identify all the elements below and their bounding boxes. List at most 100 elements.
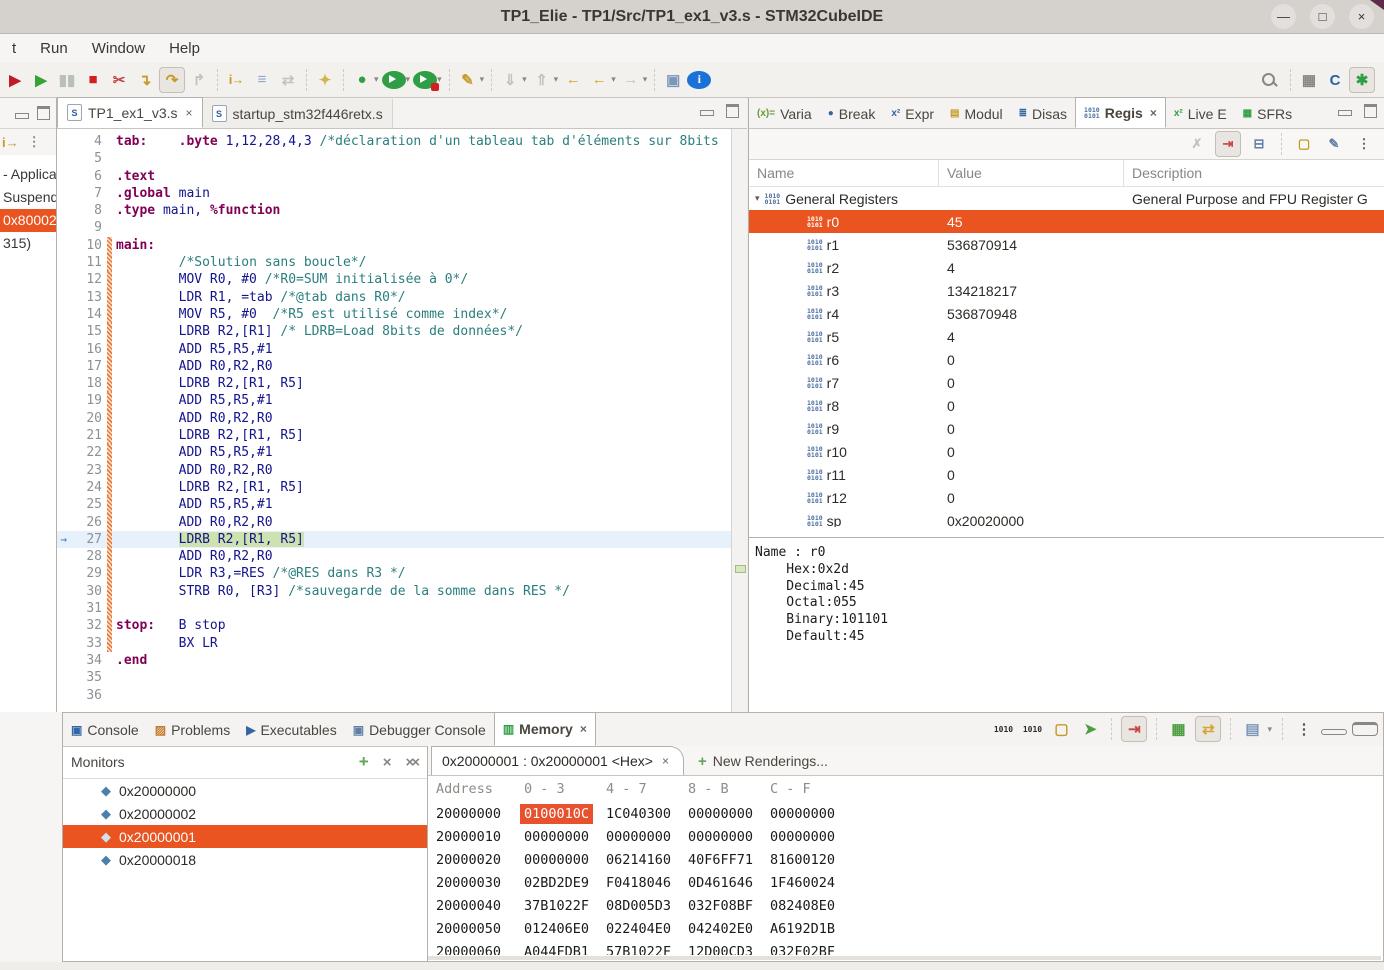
memory-cell[interactable]: 02BD2DE9 — [516, 875, 598, 891]
chevron-down-icon[interactable]: ▾ — [374, 74, 379, 85]
tab-varia[interactable]: (x)=Varia — [749, 99, 820, 128]
tab-debugger-console[interactable]: ▣Debugger Console — [345, 714, 494, 746]
code-line[interactable]: 36 — [57, 687, 731, 704]
add-monitor-button[interactable]: + — [359, 752, 369, 772]
close-icon[interactable]: × — [662, 754, 669, 768]
register-row-r4[interactable]: 1010 0101r4536870948 — [749, 302, 1384, 325]
link-memory-icon[interactable]: ⇥ — [1121, 716, 1147, 742]
download-icon[interactable]: ⇓ — [498, 68, 522, 92]
maximize-icon[interactable] — [1364, 104, 1377, 118]
code-line[interactable]: 4tab: .byte 1,12,28,4,3 /*déclaration d'… — [57, 133, 731, 150]
step-return-icon[interactable]: ↱ — [187, 68, 211, 92]
resume-icon[interactable]: ▶ — [29, 68, 53, 92]
terminate-relaunch-icon[interactable]: ▶ — [3, 68, 27, 92]
code-line[interactable]: 14 MOV R5, #0 /*R5 est utilisé comme ind… — [57, 306, 731, 323]
register-row-r2[interactable]: 1010 0101r24 — [749, 256, 1384, 279]
memory-cell[interactable]: 00000000 — [680, 829, 762, 845]
code-line[interactable]: 9 — [57, 219, 731, 236]
pause-icon[interactable]: ▮▮ — [55, 68, 79, 92]
code-line[interactable]: 33 BX LR — [57, 635, 731, 652]
chevron-down-icon[interactable]: ▾ — [480, 74, 485, 85]
memory-hex-table[interactable]: Address0 - 34 - 78 - BC - F2000000001000… — [428, 776, 1383, 955]
memory-row[interactable]: 2000003002BD2DE9F04180460D4616461F460024 — [428, 871, 1383, 894]
new-renderings-tab[interactable]: + New Renderings... — [684, 747, 842, 775]
build-icon[interactable]: ✦ — [313, 68, 337, 92]
code-editor[interactable]: 4tab: .byte 1,12,28,4,3 /*déclaration d'… — [57, 129, 731, 704]
debug-tree-item[interactable]: 0x80002 — [0, 209, 56, 232]
tab-disas[interactable]: ≣Disas — [1011, 99, 1075, 128]
info-icon[interactable]: i — [687, 71, 711, 89]
tab-regis[interactable]: 1010 0101Regis× — [1075, 97, 1166, 128]
memory-cell[interactable]: 1F460024 — [762, 875, 844, 891]
memory-row[interactable]: 2000004037B1022F08D005D3032F08BF082408E0 — [428, 894, 1383, 917]
memory-cell[interactable]: 57B1022F — [598, 944, 680, 956]
debug-tree-item[interactable]: 315) — [0, 232, 56, 255]
last-edit-location-icon[interactable]: ← — [561, 68, 585, 92]
tab-expr[interactable]: x²Expr — [883, 99, 942, 128]
memory-cell[interactable]: 08D005D3 — [598, 898, 680, 914]
chevron-down-icon[interactable]: ▾ — [406, 74, 411, 85]
back-icon[interactable]: ← — [587, 68, 611, 92]
minimize-icon[interactable] — [700, 110, 714, 116]
memory-cell[interactable]: 00000000 — [680, 806, 762, 822]
minimize-view-icon[interactable] — [1321, 729, 1347, 735]
column-description[interactable]: Description — [1124, 160, 1384, 186]
minimize-icon[interactable] — [15, 113, 29, 119]
code-line[interactable]: 7.global main — [57, 185, 731, 202]
memory-cell[interactable]: F0418046 — [598, 875, 680, 891]
memory-row[interactable]: 2000001000000000000000000000000000000000 — [428, 825, 1383, 848]
step-over-icon[interactable]: ↷ — [159, 67, 185, 93]
view-menu-icon[interactable]: ⋮ — [1352, 132, 1376, 156]
code-line[interactable]: 31 — [57, 600, 731, 617]
disconnect-icon[interactable]: ✂ — [107, 68, 131, 92]
register-row-r7[interactable]: 1010 0101r70 — [749, 371, 1384, 394]
editor-tab-startup_stm32f446retx-s[interactable]: Sstartup_stm32f446retx.s — [203, 99, 393, 128]
code-line[interactable]: 22 ADD R5,R5,#1 — [57, 444, 731, 461]
memory-hscrollbar[interactable] — [428, 956, 1381, 960]
register-row-r3[interactable]: 1010 0101r3134218217 — [749, 279, 1384, 302]
code-line[interactable]: 20 ADD R0,R2,R0 — [57, 410, 731, 427]
tab-modul[interactable]: ▤Modul — [942, 99, 1011, 128]
profile-icon[interactable] — [413, 71, 437, 89]
tab-console[interactable]: ▣Console — [63, 714, 147, 746]
new-memory-view-icon[interactable]: ▢ — [1049, 717, 1073, 741]
code-line[interactable]: 21 LDRB R2,[R1, R5] — [57, 427, 731, 444]
code-line[interactable]: →27 LDRB R2,[R1, R5] — [57, 531, 731, 548]
split-panes-icon[interactable]: ▦ — [1166, 717, 1190, 741]
remove-all-monitors-button[interactable]: ×× — [405, 754, 417, 771]
forward-icon[interactable]: → — [619, 68, 643, 92]
cpp-perspective-icon[interactable]: C — [1323, 68, 1347, 92]
chevron-down-icon[interactable]: ▾ — [522, 74, 527, 85]
memory-cell[interactable]: 00000000 — [598, 829, 680, 845]
close-icon[interactable]: × — [1150, 106, 1157, 120]
memory-cell[interactable]: 00000000 — [516, 829, 598, 845]
menu-item-window[interactable]: Window — [80, 38, 157, 59]
memory-rendering-tab[interactable]: 0x20000001 : 0x20000001 <Hex> × — [431, 746, 684, 775]
code-line[interactable]: 29 LDR R3,=RES /*@RES dans R3 */ — [57, 565, 731, 582]
menu-item-run[interactable]: Run — [28, 38, 80, 59]
code-line[interactable]: 23 ADD R0,R2,R0 — [57, 462, 731, 479]
memory-row[interactable]: 20000060A044FDB157B1022F12D00CD3032F02BF — [428, 940, 1383, 955]
open-perspective-icon[interactable]: ▦ — [1297, 68, 1321, 92]
step-into-icon[interactable]: ↴ — [133, 68, 157, 92]
code-line[interactable]: 16 ADD R5,R5,#1 — [57, 341, 731, 358]
menu-item-help[interactable]: Help — [157, 38, 212, 59]
chevron-down-icon[interactable]: ▾ — [1267, 724, 1272, 735]
close-icon[interactable]: × — [580, 722, 587, 736]
cast-to-type-icon[interactable]: ✗ — [1185, 132, 1209, 156]
chevron-down-icon[interactable]: ▾ — [643, 74, 648, 85]
memory-cell[interactable]: 082408E0 — [762, 898, 844, 914]
register-row-r8[interactable]: 1010 0101r80 — [749, 394, 1384, 417]
minimize-icon[interactable] — [1338, 110, 1352, 116]
memory-cell[interactable]: 06214160 — [598, 852, 680, 868]
code-line[interactable]: 12 MOV R0, #0 /*R0=SUM initialisée à 0*/ — [57, 271, 731, 288]
memory-cell[interactable]: 12D00CD3 — [680, 944, 762, 956]
external-tools-icon[interactable]: ✎ — [456, 68, 480, 92]
debug-tree[interactable]: - ApplicaSuspend0x80002315) — [0, 155, 56, 712]
register-group-row[interactable]: ▾1010 0101General RegistersGeneral Purpo… — [749, 187, 1384, 210]
memory-cell[interactable]: 81600120 — [762, 852, 844, 868]
run-icon[interactable] — [382, 71, 406, 89]
code-line[interactable]: 8.type main, %function — [57, 202, 731, 219]
search-icon[interactable] — [1260, 71, 1284, 89]
maximize-icon[interactable] — [726, 104, 739, 118]
